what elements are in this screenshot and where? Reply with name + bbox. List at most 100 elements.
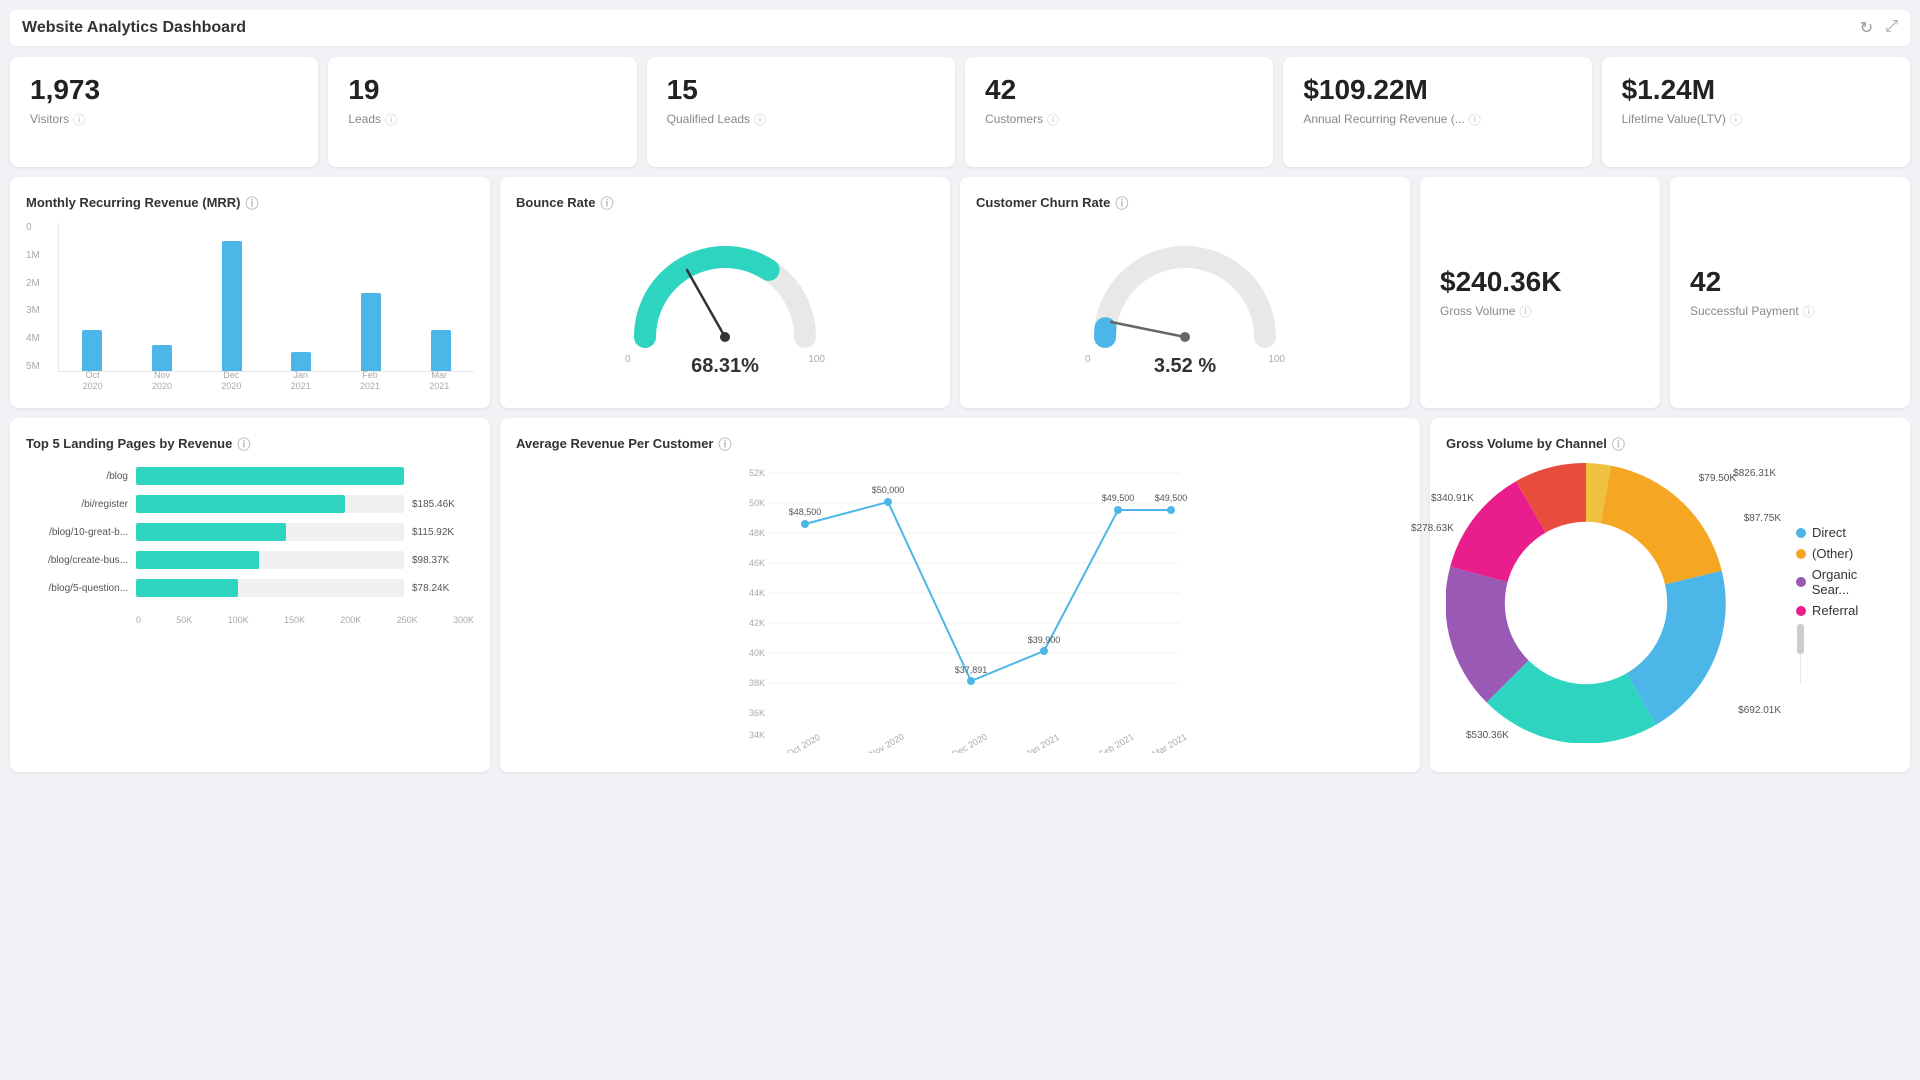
mrr-chart: 5M 4M 3M 2M 1M 0 Oct 2020Nov 2020Dec 202… (26, 222, 474, 392)
successful-payment-card: 42 Successful Payment ⓘ (1670, 177, 1910, 408)
legend-dot-direct (1796, 528, 1806, 538)
h-bar-value: $185.46K (404, 499, 474, 510)
mrr-bar-group (338, 293, 404, 371)
avg-revenue-card: Average Revenue Per Customer ⓘ 52K 50K (500, 418, 1420, 772)
h-bar-fill (136, 579, 238, 597)
info-icon: ⓘ (1803, 303, 1815, 320)
mrr-bar-group (199, 241, 265, 371)
legend-direct: Direct (1796, 525, 1894, 540)
successful-payment-value: 42 (1690, 265, 1890, 299)
dashboard: Website Analytics Dashboard ↻ ⤢ 1,973 Vi… (0, 0, 1920, 1080)
bottom-row: Top 5 Landing Pages by Revenue ⓘ /blog /… (10, 418, 1910, 772)
legend-dot-referral (1796, 606, 1806, 616)
mrr-bar (431, 330, 451, 371)
metric-label-0: Visitors ⓘ (30, 111, 298, 128)
header-actions: ↻ ⤢ (1860, 18, 1898, 38)
metric-value-5: $1.24M (1622, 73, 1890, 107)
h-bar-track (136, 467, 404, 485)
svg-text:48K: 48K (749, 528, 765, 538)
metric-label-5: Lifetime Value(LTV) ⓘ (1622, 111, 1890, 128)
mrr-x-label: Jan 2021 (281, 370, 321, 392)
bounce-rate-value: 68.31% (691, 355, 759, 378)
legend-dot-other (1796, 549, 1806, 559)
line-chart-svg: 52K 50K 48K 46K 44K 42K 40K 38K 36K 34K (516, 463, 1404, 753)
mrr-bar (152, 345, 172, 371)
svg-text:Feb 2021: Feb 2021 (1098, 732, 1136, 753)
donut-label-other-y: $87.75K (1744, 513, 1781, 524)
info-icon: ⓘ (385, 111, 397, 128)
bounce-rate-title: Bounce Rate ⓘ (516, 193, 934, 212)
mrr-bar (222, 241, 242, 371)
svg-text:$49,500: $49,500 (1102, 493, 1135, 503)
landing-pages-chart: /blog /bi/register $185.46K /blog/10-gre… (26, 463, 474, 611)
gross-volume-label: Gross Volume ⓘ (1440, 303, 1640, 320)
info-icon: ⓘ (246, 193, 259, 212)
mrr-bar-group (268, 352, 334, 371)
donut-label-other-o: $79.50K (1699, 473, 1736, 484)
donut-legend: Direct (Other) Organic Sear... Referral (1796, 525, 1894, 684)
info-icon: ⓘ (600, 193, 613, 212)
gross-volume-value: $240.36K (1440, 265, 1640, 299)
h-bar-x-labels: 0 50K 100K 150K 200K 250K 300K (136, 615, 474, 625)
h-bar-fill (136, 551, 259, 569)
metric-card-3: 42 Customers ⓘ (965, 57, 1273, 167)
h-bar-value: $78.24K (404, 583, 474, 594)
churn-rate-value: 3.52 % (1154, 355, 1216, 378)
svg-text:Nov 2020: Nov 2020 (867, 731, 905, 753)
mrr-bar-group (59, 330, 125, 371)
avg-revenue-chart: 52K 50K 48K 46K 44K 42K 40K 38K 36K 34K (516, 463, 1404, 756)
mrr-bar (291, 352, 311, 371)
info-icon: ⓘ (1115, 193, 1128, 212)
svg-text:Mar 2021: Mar 2021 (1151, 732, 1189, 753)
info-icon: ⓘ (1519, 303, 1531, 320)
svg-text:38K: 38K (749, 678, 765, 688)
h-bar-row: /blog/create-bus... $98.37K (26, 551, 474, 569)
svg-text:Jan 2021: Jan 2021 (1024, 732, 1061, 753)
svg-text:$37,891: $37,891 (955, 665, 988, 675)
mrr-bar (82, 330, 102, 371)
svg-text:$50,000: $50,000 (872, 485, 905, 495)
avg-revenue-title: Average Revenue Per Customer ⓘ (516, 434, 1404, 453)
h-bar-label: /blog (26, 471, 136, 482)
metric-card-2: 15 Qualified Leads ⓘ (647, 57, 955, 167)
donut-label-referral: $530.36K (1466, 730, 1509, 741)
h-bar-label: /blog/10-great-b... (26, 527, 136, 538)
mrr-x-label: Oct 2020 (73, 370, 113, 392)
legend-referral: Referral (1796, 603, 1894, 618)
gross-volume-card: $240.36K Gross Volume ⓘ (1420, 177, 1660, 408)
info-icon: ⓘ (1469, 111, 1481, 128)
h-bar-track (136, 579, 404, 597)
info-icon: ⓘ (237, 434, 250, 453)
info-icon: ⓘ (73, 111, 85, 128)
svg-text:Oct 2020: Oct 2020 (785, 732, 822, 753)
metric-card-4: $109.22M Annual Recurring Revenue (... ⓘ (1283, 57, 1591, 167)
metric-label-3: Customers ⓘ (985, 111, 1253, 128)
h-bar-row: /blog/10-great-b... $115.92K (26, 523, 474, 541)
h-bar-track (136, 495, 404, 513)
metric-card-5: $1.24M Lifetime Value(LTV) ⓘ (1602, 57, 1910, 167)
mrr-bars (58, 222, 474, 372)
donut-container: $826.31K $79.50K $87.75K $692.01K $530.3… (1446, 463, 1894, 746)
h-bar-track (136, 551, 404, 569)
metric-label-2: Qualified Leads ⓘ (667, 111, 935, 128)
donut-label-organic: $692.01K (1738, 705, 1781, 716)
donut-label-social: $340.91K (1431, 493, 1474, 504)
churn-rate-gauge: 0 100 3.52 % (976, 222, 1394, 388)
svg-text:42K: 42K (749, 618, 765, 628)
refresh-icon[interactable]: ↻ (1860, 18, 1873, 38)
h-bar-track (136, 523, 404, 541)
bounce-rate-gauge: 0 100 68.31% (516, 222, 934, 388)
mrr-bar-group (408, 330, 474, 371)
svg-text:50K: 50K (749, 498, 765, 508)
mrr-y-labels: 5M 4M 3M 2M 1M 0 (26, 222, 54, 372)
info-icon: ⓘ (754, 111, 766, 128)
expand-icon[interactable]: ⤢ (1885, 18, 1898, 38)
svg-text:36K: 36K (749, 708, 765, 718)
h-bar-label: /blog/create-bus... (26, 555, 136, 566)
h-bar-row: /blog/5-question... $78.24K (26, 579, 474, 597)
info-icon: ⓘ (1047, 111, 1059, 128)
metric-value-2: 15 (667, 73, 935, 107)
legend-dot-organic (1796, 577, 1806, 587)
scrollbar-thumb[interactable] (1797, 624, 1804, 654)
h-bar-row: /bi/register $185.46K (26, 495, 474, 513)
